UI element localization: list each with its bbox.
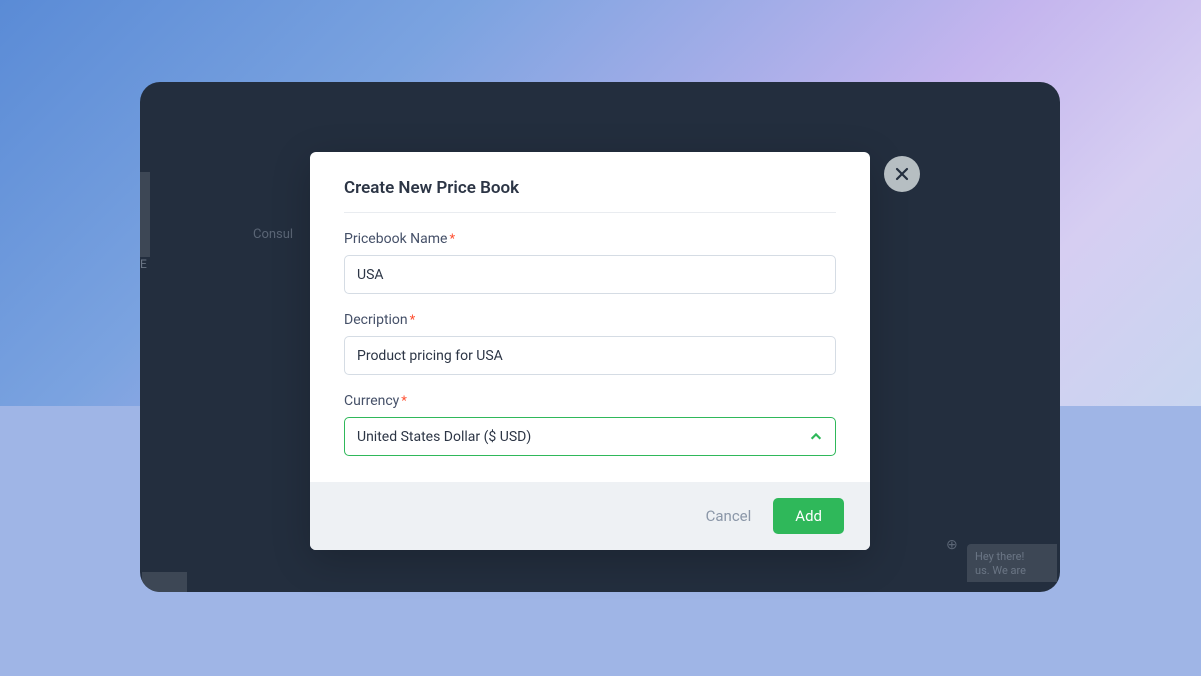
- currency-selected-value: United States Dollar ($ USD): [357, 429, 531, 445]
- pricebook-name-label: Pricebook Name*: [344, 231, 836, 247]
- required-marker: *: [449, 232, 455, 247]
- sidebar-letter-fragment: E: [140, 257, 148, 271]
- description-field: Decription*: [344, 312, 836, 375]
- chevron-up-icon: [809, 430, 823, 444]
- currency-select[interactable]: United States Dollar ($ USD): [344, 417, 836, 456]
- circle-plus-icon: ⊕: [946, 537, 958, 553]
- add-button[interactable]: Add: [773, 498, 844, 534]
- cancel-button[interactable]: Cancel: [706, 507, 752, 525]
- required-marker: *: [401, 394, 407, 409]
- description-input[interactable]: [344, 336, 836, 375]
- background-text-fragment: Consul: [253, 227, 293, 242]
- modal-title: Create New Price Book: [344, 178, 836, 213]
- close-icon: [894, 166, 910, 182]
- modal-footer: Cancel Add: [310, 482, 870, 550]
- create-pricebook-modal: Create New Price Book Pricebook Name* De…: [310, 152, 870, 550]
- currency-field: Currency* United States Dollar ($ USD): [344, 393, 836, 456]
- chat-widget-fragment: Hey there! us. We are: [967, 544, 1057, 582]
- sidebar-fragment: [140, 172, 150, 257]
- close-button[interactable]: [884, 156, 920, 192]
- required-marker: *: [410, 313, 416, 328]
- description-label: Decription*: [344, 312, 836, 328]
- pricebook-name-field: Pricebook Name*: [344, 231, 836, 294]
- currency-label: Currency*: [344, 393, 836, 409]
- bottom-left-fragment: [142, 572, 187, 592]
- pricebook-name-input[interactable]: [344, 255, 836, 294]
